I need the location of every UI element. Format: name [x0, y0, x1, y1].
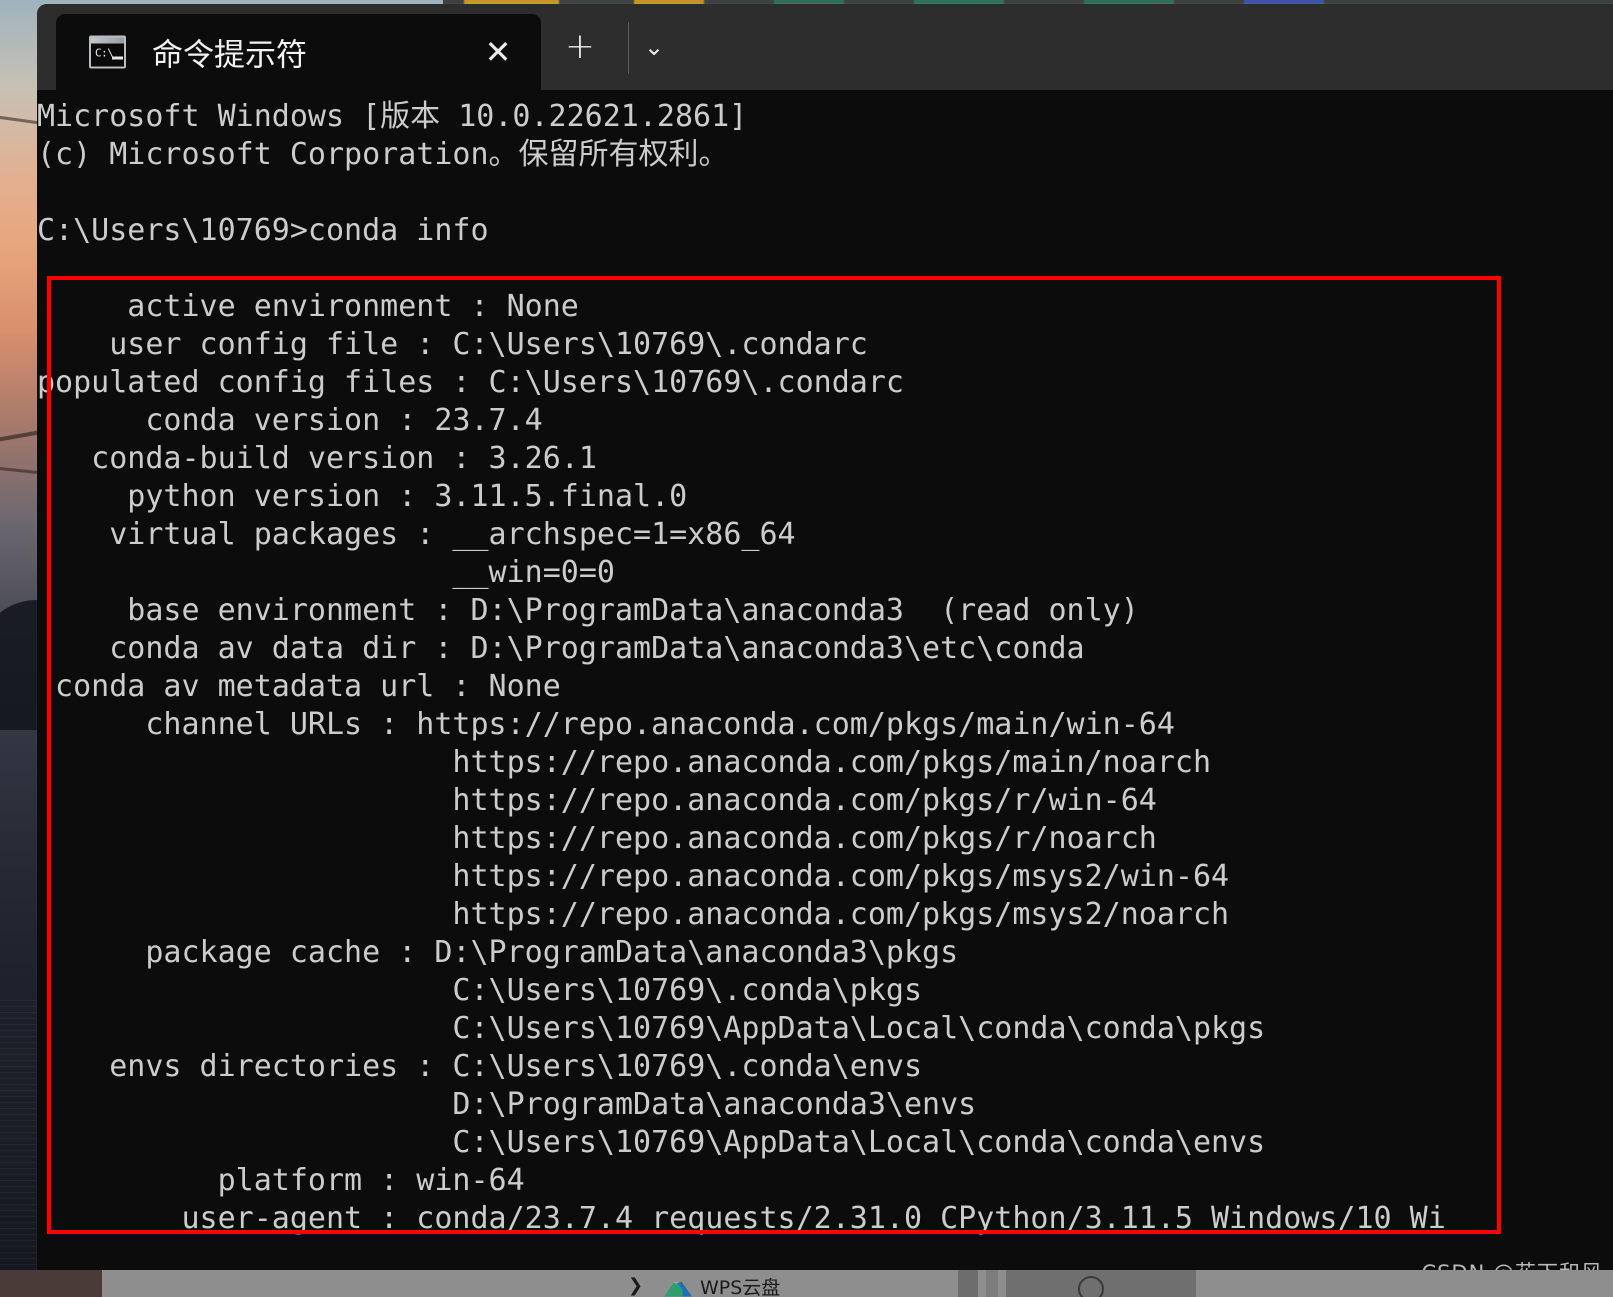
- terminal-line: (c) Microsoft Corporation。保留所有权利。: [37, 136, 1446, 174]
- taskbar-item-label: WPS云盘: [700, 1273, 780, 1297]
- window-titlebar: C:\ 命令提示符 ✕ + ⌄: [37, 4, 1613, 90]
- close-icon[interactable]: ✕: [479, 33, 517, 71]
- terminal-line: C:\Users\10769>conda info: [37, 212, 1446, 250]
- terminal-line: user config file : C:\Users\10769\.conda…: [37, 326, 1446, 364]
- tab-title-label: 命令提示符: [152, 30, 307, 75]
- taskbar-item-wps[interactable]: WPS云盘: [664, 1273, 780, 1297]
- terminal-line: [37, 250, 1446, 288]
- terminal-line: virtual packages : __archspec=1=x86_64: [37, 516, 1446, 554]
- terminal-line: https://repo.anaconda.com/pkgs/r/noarch: [37, 820, 1446, 858]
- terminal-line: D:\ProgramData\anaconda3\envs: [37, 1086, 1446, 1124]
- taskbar-left-block: [0, 1270, 102, 1297]
- taskbar-circle-icon[interactable]: [1078, 1276, 1104, 1297]
- terminal-line: user-agent : conda/23.7.4 requests/2.31.…: [37, 1200, 1446, 1238]
- terminal-line: conda-build version : 3.26.1: [37, 440, 1446, 478]
- terminal-line: platform : win-64: [37, 1162, 1446, 1200]
- terminal-line: https://repo.anaconda.com/pkgs/r/win-64: [37, 782, 1446, 820]
- terminal-line: channel URLs : https://repo.anaconda.com…: [37, 706, 1446, 744]
- terminal-line: __win=0=0: [37, 554, 1446, 592]
- terminal-line: active environment : None: [37, 288, 1446, 326]
- cmd-prompt-icon: C:\: [89, 36, 126, 69]
- terminal-line: https://repo.anaconda.com/pkgs/main/noar…: [37, 744, 1446, 782]
- taskbar-block: [958, 1270, 978, 1297]
- taskbar-block: [986, 1270, 998, 1297]
- terminal-line: package cache : D:\ProgramData\anaconda3…: [37, 934, 1446, 972]
- command-prompt-window: C:\ 命令提示符 ✕ + ⌄ Microsoft Windows [版本 10…: [37, 4, 1613, 1270]
- taskbar-caret-icon[interactable]: ❯: [628, 1275, 644, 1291]
- wps-cloud-icon: [664, 1277, 692, 1297]
- terminal-line: conda av data dir : D:\ProgramData\anaco…: [37, 630, 1446, 668]
- terminal-output-area[interactable]: Microsoft Windows [版本 10.0.22621.2861](c…: [37, 90, 1613, 1270]
- terminal-line: C:\Users\10769\AppData\Local\conda\conda…: [37, 1010, 1446, 1048]
- terminal-line: https://repo.anaconda.com/pkgs/msys2/win…: [37, 858, 1446, 896]
- terminal-line: https://repo.anaconda.com/pkgs/msys2/noa…: [37, 896, 1446, 934]
- terminal-line: [37, 174, 1446, 212]
- terminal-text: Microsoft Windows [版本 10.0.22621.2861](c…: [37, 90, 1446, 1238]
- windows-taskbar[interactable]: ❯ WPS云盘: [0, 1270, 1613, 1297]
- screenshot-root: C:\ 命令提示符 ✕ + ⌄ Microsoft Windows [版本 10…: [0, 0, 1613, 1297]
- icon-prompt-text: C:\: [95, 48, 113, 59]
- chevron-down-icon[interactable]: ⌄: [619, 26, 689, 68]
- terminal-line: envs directories : C:\Users\10769\.conda…: [37, 1048, 1446, 1086]
- new-tab-plus-icon[interactable]: +: [559, 26, 601, 68]
- terminal-line: populated config files : C:\Users\10769\…: [37, 364, 1446, 402]
- tab-command-prompt[interactable]: C:\ 命令提示符 ✕: [56, 14, 541, 90]
- terminal-line: base environment : D:\ProgramData\anacon…: [37, 592, 1446, 630]
- terminal-line: Microsoft Windows [版本 10.0.22621.2861]: [37, 98, 1446, 136]
- terminal-line: conda av metadata url : None: [37, 668, 1446, 706]
- icon-titlebar-strip: [91, 38, 124, 44]
- icon-cursor: [112, 57, 123, 60]
- terminal-line: C:\Users\10769\AppData\Local\conda\conda…: [37, 1124, 1446, 1162]
- terminal-line: conda version : 23.7.4: [37, 402, 1446, 440]
- terminal-line: python version : 3.11.5.final.0: [37, 478, 1446, 516]
- terminal-line: C:\Users\10769\.conda\pkgs: [37, 972, 1446, 1010]
